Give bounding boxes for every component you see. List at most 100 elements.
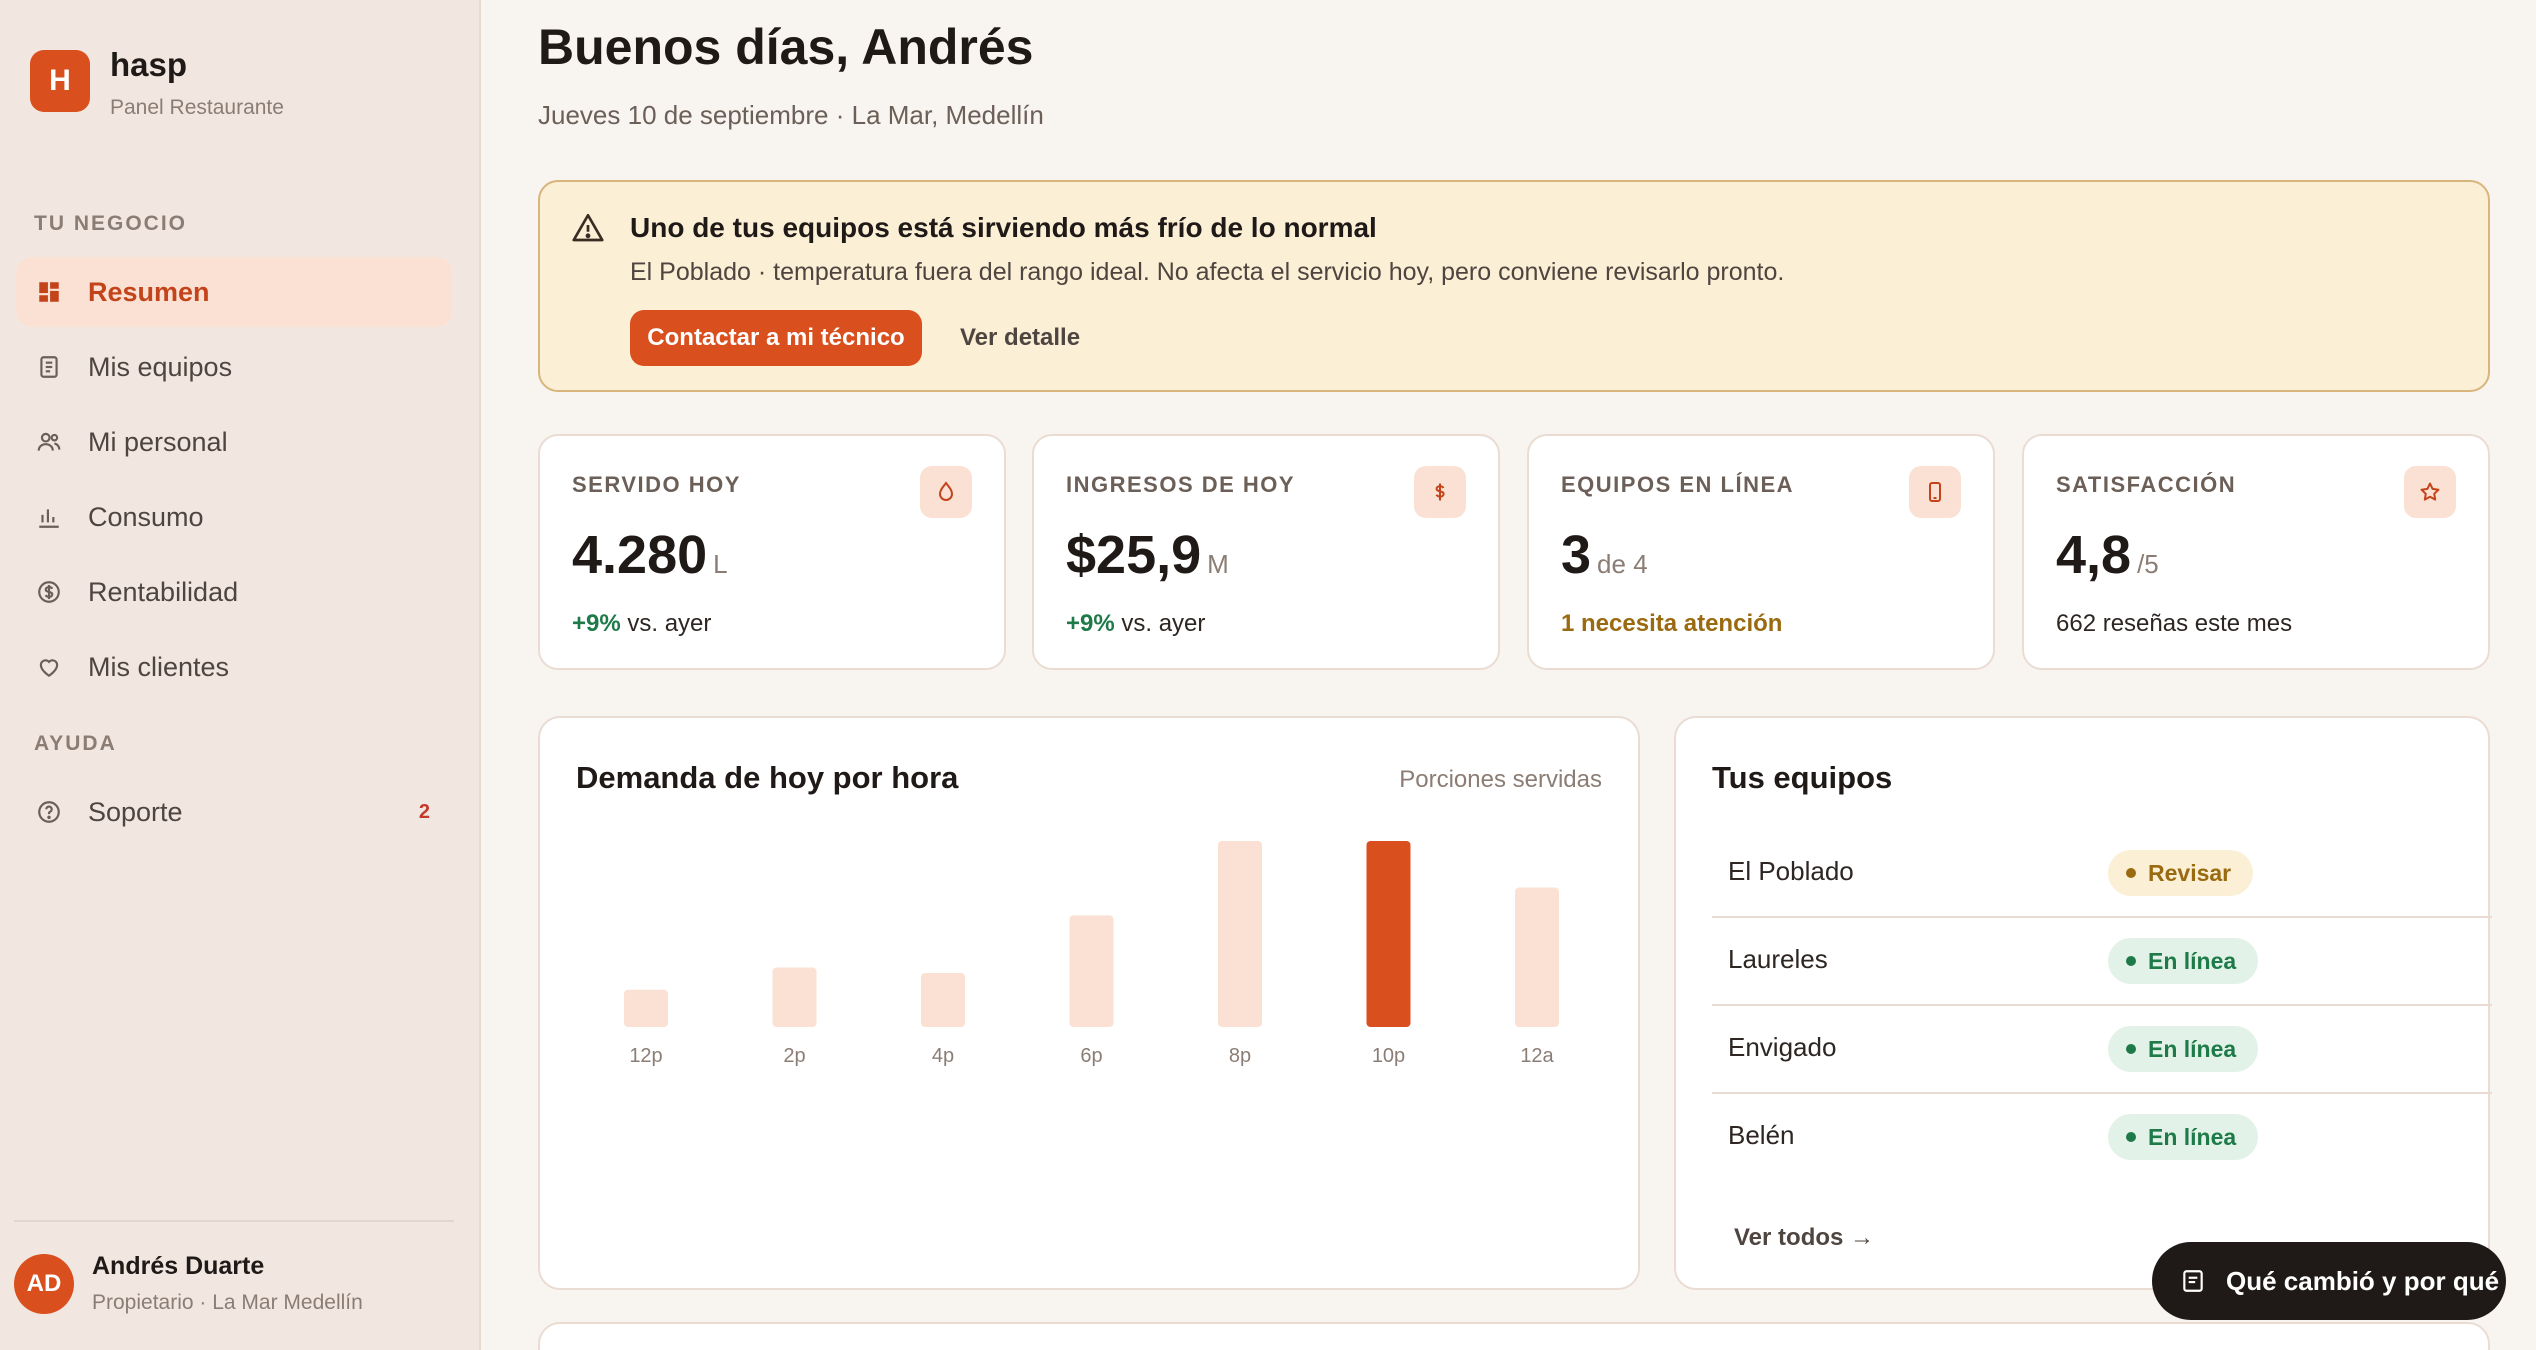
contact-technician-button[interactable]: Contactar a mi técnico <box>630 310 922 366</box>
heart-icon <box>36 654 62 680</box>
equipment-name: Belén <box>1728 1120 1795 1150</box>
kpi-footnote: +9% vs. ayer <box>572 610 711 638</box>
sidebar-item-mis-equipos[interactable]: Mis equipos <box>16 332 452 402</box>
section-label-help: AYUDA <box>34 732 117 755</box>
sidebar-item-label: Mi personal <box>88 426 228 457</box>
chart-subtitle: Porciones servidas <box>1399 766 1602 793</box>
users-icon <box>36 429 62 455</box>
chart-bar[interactable] <box>772 967 817 1027</box>
dollar-circle-icon <box>36 579 62 605</box>
what-changed-button[interactable]: Qué cambió y por qué <box>2152 1242 2506 1320</box>
sidebar-item-label: Mis equipos <box>88 351 233 382</box>
warning-icon <box>570 210 606 246</box>
kpi-delta: +9% <box>1066 610 1115 637</box>
sidebar-item-rentabilidad[interactable]: Rentabilidad <box>16 557 452 627</box>
x-tick-label: 2p <box>783 1045 805 1067</box>
bottom-card <box>538 1322 2490 1350</box>
help-circle-icon <box>36 799 62 825</box>
kpi-value: 4,8 <box>2056 525 2132 585</box>
drop-icon <box>920 466 972 518</box>
kpi-footnote: +9% vs. ayer <box>1066 610 1205 638</box>
sidebar-item-label: Resumen <box>88 276 210 307</box>
demand-chart-card: Demanda de hoy por hora Porciones servid… <box>538 716 1640 1290</box>
chart-bar[interactable] <box>1515 887 1559 1028</box>
chart-bar[interactable] <box>1069 915 1114 1027</box>
sidebar: H hasp Panel Restaurante TU NEGOCIO Resu… <box>0 0 481 1350</box>
user-profile[interactable]: AD Andrés Duarte Propietario · La Mar Me… <box>14 1252 363 1315</box>
kpi-warning: 1 necesita atención <box>1561 610 1783 637</box>
brand[interactable]: H hasp Panel Restaurante <box>30 46 284 120</box>
notes-icon <box>2183 1270 2203 1292</box>
status-text: En línea <box>2148 1035 2237 1062</box>
equipment-name: Laureles <box>1728 944 1828 974</box>
equipment-card: Tus equipos El Poblado Revisar Laureles … <box>1674 716 2492 1290</box>
support-badge: 2 <box>418 800 430 823</box>
kpi-card-satisfaccion: SATISFACCIÓN 4,8 /5 662 reseñas este mes <box>2022 434 2490 670</box>
brand-subtitle: Panel Restaurante <box>110 96 284 119</box>
kpi-footnote: 662 reseñas este mes <box>2056 610 2293 637</box>
chart-bar[interactable] <box>1218 841 1262 1027</box>
chart-bar[interactable] <box>921 973 965 1027</box>
x-tick-label: 6p <box>1080 1045 1102 1067</box>
sidebar-item-mi-personal[interactable]: Mi personal <box>16 407 452 477</box>
brand-logo: H <box>30 50 90 112</box>
sidebar-divider <box>14 1220 454 1222</box>
sidebar-item-label: Rentabilidad <box>88 576 239 607</box>
x-tick-label: 10p <box>1372 1045 1405 1067</box>
date-line: Jueves 10 de septiembre · La Mar, Medell… <box>538 100 1044 130</box>
kpi-value: $25,9 <box>1066 525 1202 585</box>
x-tick-label: 12a <box>1520 1045 1554 1067</box>
equipment-title: Tus equipos <box>1712 760 1893 795</box>
chart-title: Demanda de hoy por hora <box>576 760 959 795</box>
grid-icon <box>36 279 62 305</box>
kpi-label: EQUIPOS EN LÍNEA <box>1561 472 1795 497</box>
avatar: AD <box>14 1253 74 1314</box>
user-role: Propietario · La Mar Medellín <box>92 1291 363 1314</box>
status-badge: Revisar <box>2108 850 2254 896</box>
kpi-unit: de 4 <box>1597 549 1648 579</box>
alert-description: El Poblado · temperatura fuera del rango… <box>630 258 1785 286</box>
kpi-compare: vs. ayer <box>620 610 712 637</box>
alert-title: Uno de tus equipos está sirviendo más fr… <box>630 212 1377 243</box>
chart-bar[interactable] <box>624 989 668 1027</box>
x-tick-label: 4p <box>932 1045 954 1067</box>
sidebar-item-mis-clientes[interactable]: Mis clientes <box>16 632 452 702</box>
bar-chart-icon <box>36 504 62 530</box>
document-icon <box>36 354 62 380</box>
alert-banner: Uno de tus equipos está sirviendo más fr… <box>538 180 2490 392</box>
kpi-card-servido: SERVIDO HOY 4.280 L +9% vs. ayer <box>538 434 1006 670</box>
equipment-row[interactable]: Laureles En línea <box>1712 918 2492 1006</box>
sidebar-item-label: Soporte <box>88 796 183 827</box>
sidebar-item-consumo[interactable]: Consumo <box>16 482 452 552</box>
view-detail-link[interactable]: Ver detalle <box>960 310 1080 366</box>
see-all-link[interactable]: Ver todos → <box>1734 1224 1874 1252</box>
equipment-row[interactable]: Envigado En línea <box>1712 1006 2492 1094</box>
equipment-name: El Poblado <box>1728 856 1854 886</box>
x-tick-label: 12p <box>629 1045 662 1067</box>
kpi-label: INGRESOS DE HOY <box>1066 472 1296 497</box>
demand-chart: 12p 2p 4p 6p 8p 10p 12a <box>624 841 1559 1067</box>
kpi-delta: +9% <box>572 610 621 637</box>
section-label-business: TU NEGOCIO <box>34 212 188 235</box>
x-tick-label: 8p <box>1229 1045 1251 1067</box>
kpi-value: 4.280 <box>572 525 708 585</box>
kpi-unit: L <box>713 549 728 579</box>
kpi-card-ingresos: INGRESOS DE HOY $25,9 M +9% vs. ayer <box>1032 434 1500 670</box>
sidebar-item-soporte[interactable]: Soporte 2 <box>16 777 452 847</box>
kpi-card-equipos: EQUIPOS EN LÍNEA 3 de 4 1 necesita atenc… <box>1527 434 1995 670</box>
sidebar-item-resumen[interactable]: Resumen <box>16 257 452 327</box>
chart-bar[interactable] <box>1366 841 1411 1027</box>
kpi-unit: /5 <box>2137 549 2159 579</box>
kpi-compare: vs. ayer <box>1114 610 1206 637</box>
kpi-label: SERVIDO HOY <box>572 472 741 497</box>
kpi-value: 3 <box>1561 525 1592 585</box>
brand-name: hasp <box>110 46 188 83</box>
status-badge: En línea <box>2108 1114 2259 1160</box>
status-text: Revisar <box>2148 859 2232 886</box>
user-name: Andrés Duarte <box>92 1252 265 1280</box>
equipment-row[interactable]: Belén En línea <box>1712 1094 2492 1182</box>
equipment-row[interactable]: El Poblado Revisar <box>1712 830 2492 918</box>
kpi-label: SATISFACCIÓN <box>2056 472 2237 497</box>
status-text: En línea <box>2148 1123 2237 1150</box>
what-changed-label: Qué cambió y por qué <box>2226 1265 2500 1296</box>
